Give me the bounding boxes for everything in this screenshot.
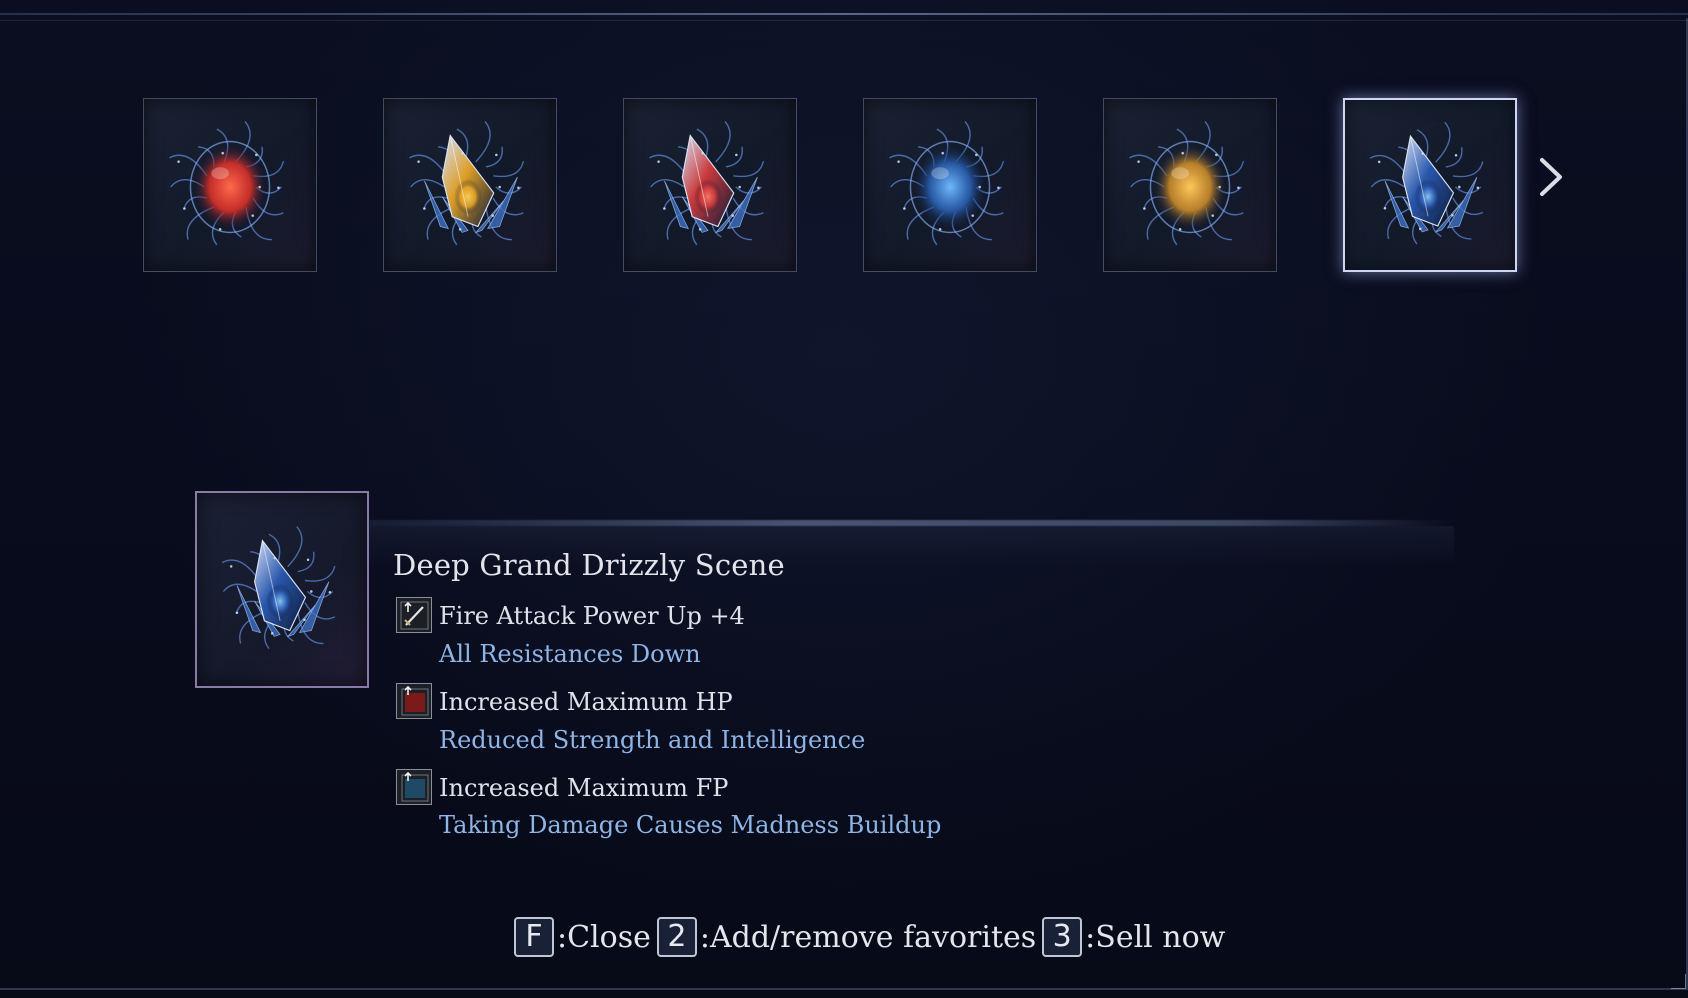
blue-crystal-relic-icon (221, 526, 336, 650)
relic-slot-2[interactable] (383, 98, 557, 272)
relic-slot-4[interactable] (863, 98, 1037, 272)
red-crystal-relic-icon (649, 120, 765, 246)
blue-orb-relic-icon (889, 120, 1005, 246)
frame-border-inner (0, 20, 1688, 21)
chevron-right-icon[interactable] (1532, 152, 1568, 202)
gold-crystal-relic-icon (409, 120, 525, 246)
effect-2-label: Increased Maximum HP (439, 688, 733, 716)
selected-relic-icon (195, 491, 369, 688)
relic-title: Deep Grand Drizzly Scene (393, 548, 785, 582)
frame-corner-ornament (1671, 974, 1686, 989)
favorite-hint-label: :Add/remove favorites (699, 919, 1037, 955)
sword-icon (396, 597, 432, 633)
relic-slot-3[interactable] (623, 98, 797, 272)
red-orb-relic-icon (169, 120, 285, 246)
favorite-key[interactable]: 2 (656, 917, 697, 957)
relic-inspect-screen: Deep Grand Drizzly Scene Fire Attack Pow… (0, 0, 1688, 998)
close-hint-label: :Close (557, 919, 651, 955)
key-hints-bar: F :Close 2 :Add/remove favorites 3 :Sell… (514, 915, 1231, 959)
effect-3-label: Increased Maximum FP (439, 774, 729, 802)
relic-slot-1[interactable] (143, 98, 317, 272)
close-key[interactable]: F (514, 917, 554, 957)
effect-3-drawback: Taking Damage Causes Madness Buildup (439, 811, 942, 839)
blue-crystal-relic-icon (1369, 121, 1484, 245)
effect-1-label: Fire Attack Power Up +4 (439, 602, 745, 630)
amber-orb-relic-icon (1129, 120, 1245, 246)
effect-1-drawback: All Resistances Down (439, 640, 701, 668)
relic-slot-6[interactable] (1343, 98, 1517, 272)
frame-border-bottom (0, 988, 1688, 990)
red-square-icon (396, 683, 432, 719)
relic-slot-5[interactable] (1103, 98, 1277, 272)
sell-key[interactable]: 3 (1042, 917, 1083, 957)
frame-border-top (0, 13, 1688, 15)
blue-square-icon (396, 769, 432, 805)
sell-hint-label: :Sell now (1085, 919, 1226, 955)
effect-2-drawback: Reduced Strength and Intelligence (439, 726, 866, 754)
